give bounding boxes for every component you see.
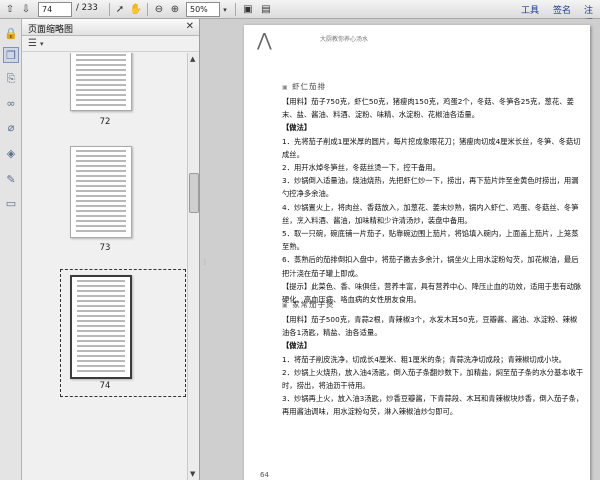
section-title: ▣ 家常茄子煲 — [282, 300, 335, 309]
paragraph: 5．取一只碗，碗底铺一片茄子，贴靠碗边围上茄片，将馅填入碗内，上面盖上茄片，上笼… — [282, 229, 579, 252]
hand-tool-icon[interactable]: ✋ — [129, 2, 143, 17]
toolbar-divider — [235, 3, 236, 16]
paragraph-heading: 【做法】 — [282, 123, 312, 133]
paragraph: 1．先将茄子削成1厘米厚的圆片，每片挖成象眼花刀；猪瘦肉切成4厘米长丝，冬笋、冬… — [282, 136, 581, 159]
up-arrow-icon[interactable]: ⇧ — [3, 2, 17, 17]
zoom-in-icon[interactable]: ⊕ — [168, 2, 182, 17]
scroll-up-icon[interactable]: ▲ — [190, 55, 195, 63]
sign-menu[interactable]: 签名 — [553, 3, 571, 16]
lock-icon[interactable]: 🔒 — [3, 25, 19, 41]
thumbnail-scrollbar[interactable]: ▲ ▼ — [187, 53, 199, 480]
logo-icon: ⋀ — [257, 30, 272, 51]
paragraph: 3．炒锅倒入适量油，烧油烧热，先把虾仁炒一下，捞出，再下茄片炸至金黄色时捞出，用… — [282, 176, 579, 199]
fit-page-icon[interactable]: ▣ — [240, 2, 256, 17]
section-body: 【用料】茄子500克，青蒜2根，青辣椒3个，水发木耳50克，豆瓣酱、酱油、水淀粉… — [282, 313, 584, 419]
down-arrow-icon[interactable]: ⇩ — [19, 2, 33, 17]
toolbar-divider — [109, 3, 110, 16]
page-total-label: / 233 — [76, 3, 98, 13]
panel-title: 页面缩略图 — [28, 25, 74, 35]
page-number-input[interactable]: 74 — [38, 2, 72, 17]
paragraph: 【用料】茄子750克，虾仁50克，猪瘦肉150克，鸡蛋2个，冬菇、冬笋各25克，… — [282, 97, 574, 120]
thumbnail-label: 72 — [99, 117, 111, 127]
link-icon[interactable]: ∞ — [3, 95, 19, 111]
panel-toolbar: ☰ ▾ — [22, 36, 199, 52]
scrollbar-thumb[interactable] — [189, 173, 199, 213]
bookmarks-icon[interactable]: ⎘ — [3, 71, 19, 87]
document-icon[interactable]: ▭ — [3, 195, 19, 211]
zoom-out-icon[interactable]: ⊖ — [152, 2, 166, 17]
splitter-grip-icon[interactable]: ⋮ — [202, 259, 208, 266]
options-chevron-icon[interactable]: ▾ — [40, 40, 44, 48]
page-thumbnails-icon[interactable]: ❐ — [3, 47, 19, 63]
signature-icon[interactable]: ✎ — [3, 171, 19, 187]
layers-icon[interactable]: ◈ — [3, 145, 19, 161]
paragraph-heading: 【做法】 — [282, 341, 312, 351]
select-arrow-icon[interactable]: ➚ — [113, 2, 127, 17]
scroll-down-icon[interactable]: ▼ — [190, 470, 195, 478]
zoom-dropdown-chevron-icon[interactable]: ▾ — [220, 2, 230, 17]
thumbnail-label: 74 — [99, 381, 111, 391]
navigation-rail: 🔒 ❐ ⎘ ∞ ⌀ ◈ ✎ ▭ — [0, 19, 22, 480]
paragraph: 【用料】茄子500克，青蒜2根，青辣椒3个，水发木耳50克，豆瓣酱、酱油、水淀粉… — [282, 315, 578, 338]
paragraph: 4．炒锅置火上，将肉丝、香菇放入，加葱花、姜末炒熟，锅内入虾仁、鸡蛋、冬菇丝、冬… — [282, 202, 579, 225]
zoom-level-input[interactable]: 50% — [186, 2, 220, 17]
paragraph: 3．炒锅再上火，放入油3汤匙，炒香豆瓣酱，下青蒜段、木耳和青辣椒块炒香，倒入茄子… — [282, 394, 584, 417]
section-title: ▣ 虾仁茄排 — [282, 82, 327, 91]
thumbnail-label: 73 — [99, 243, 111, 253]
thumbnail-page-selected[interactable] — [70, 275, 132, 379]
panel-header: 页面缩略图 ✕ — [22, 19, 199, 36]
page-number: 64 — [260, 471, 269, 479]
toolbar-divider — [147, 3, 148, 16]
tools-menu[interactable]: 工具 — [521, 3, 539, 16]
paragraph: 2．炒锅上火烧热，放入油4汤匙，倒入茄子条翻炒数下，加精盐，焖至茄子条的水分基本… — [282, 367, 584, 391]
document-view[interactable]: ⋮ ⋀ 大厨教你养心汤水 ▣ 虾仁茄排 【用料】茄子750克，虾仁50克，猪瘦肉… — [200, 19, 600, 480]
section-bullet-icon: ▣ — [282, 302, 289, 309]
options-icon[interactable]: ☰ — [28, 38, 37, 49]
paragraph: 2．用开水焯冬笋丝，冬菇丝烫一下，控干备用。 — [282, 163, 440, 173]
thumbnail-list[interactable]: 72 73 74 — [22, 53, 188, 480]
section-bullet-icon: ▣ — [282, 84, 289, 91]
fit-width-icon[interactable]: ▤ — [258, 2, 274, 17]
thumbnails-panel: 页面缩略图 ✕ ☰ ▾ 72 73 74 ▲ ▼ — [22, 19, 200, 480]
main-toolbar: ⇧ ⇩ 74 / 233 ➚ ✋ ⊖ ⊕ 50% ▾ ▣ ▤ 工具 签名 注释 — [0, 0, 600, 29]
running-header: 大厨教你养心汤水 — [320, 36, 369, 43]
section-body: 【用料】茄子750克，虾仁50克，猪瘦肉150克，鸡蛋2个，冬菇、冬笋各25克，… — [282, 95, 584, 306]
attachment-icon[interactable]: ⌀ — [3, 119, 19, 135]
close-icon[interactable]: ✕ — [186, 21, 194, 32]
thumbnail-page[interactable] — [70, 53, 132, 111]
pdf-page: ⋀ 大厨教你养心汤水 ▣ 虾仁茄排 【用料】茄子750克，虾仁50克，猪瘦肉15… — [244, 25, 590, 480]
thumbnail-page[interactable] — [70, 146, 132, 238]
paragraph: 6．蒸熟后的茄排倒扣入盘中，将茄子撇去多余汁，锅坐火上用水淀粉勾芡，加花椒油，最… — [282, 255, 579, 278]
paragraph: 1．将茄子削皮洗净，切成长4厘米、粗1厘米的条；青蒜洗净切成段；青辣椒切成小块。 — [282, 354, 566, 364]
